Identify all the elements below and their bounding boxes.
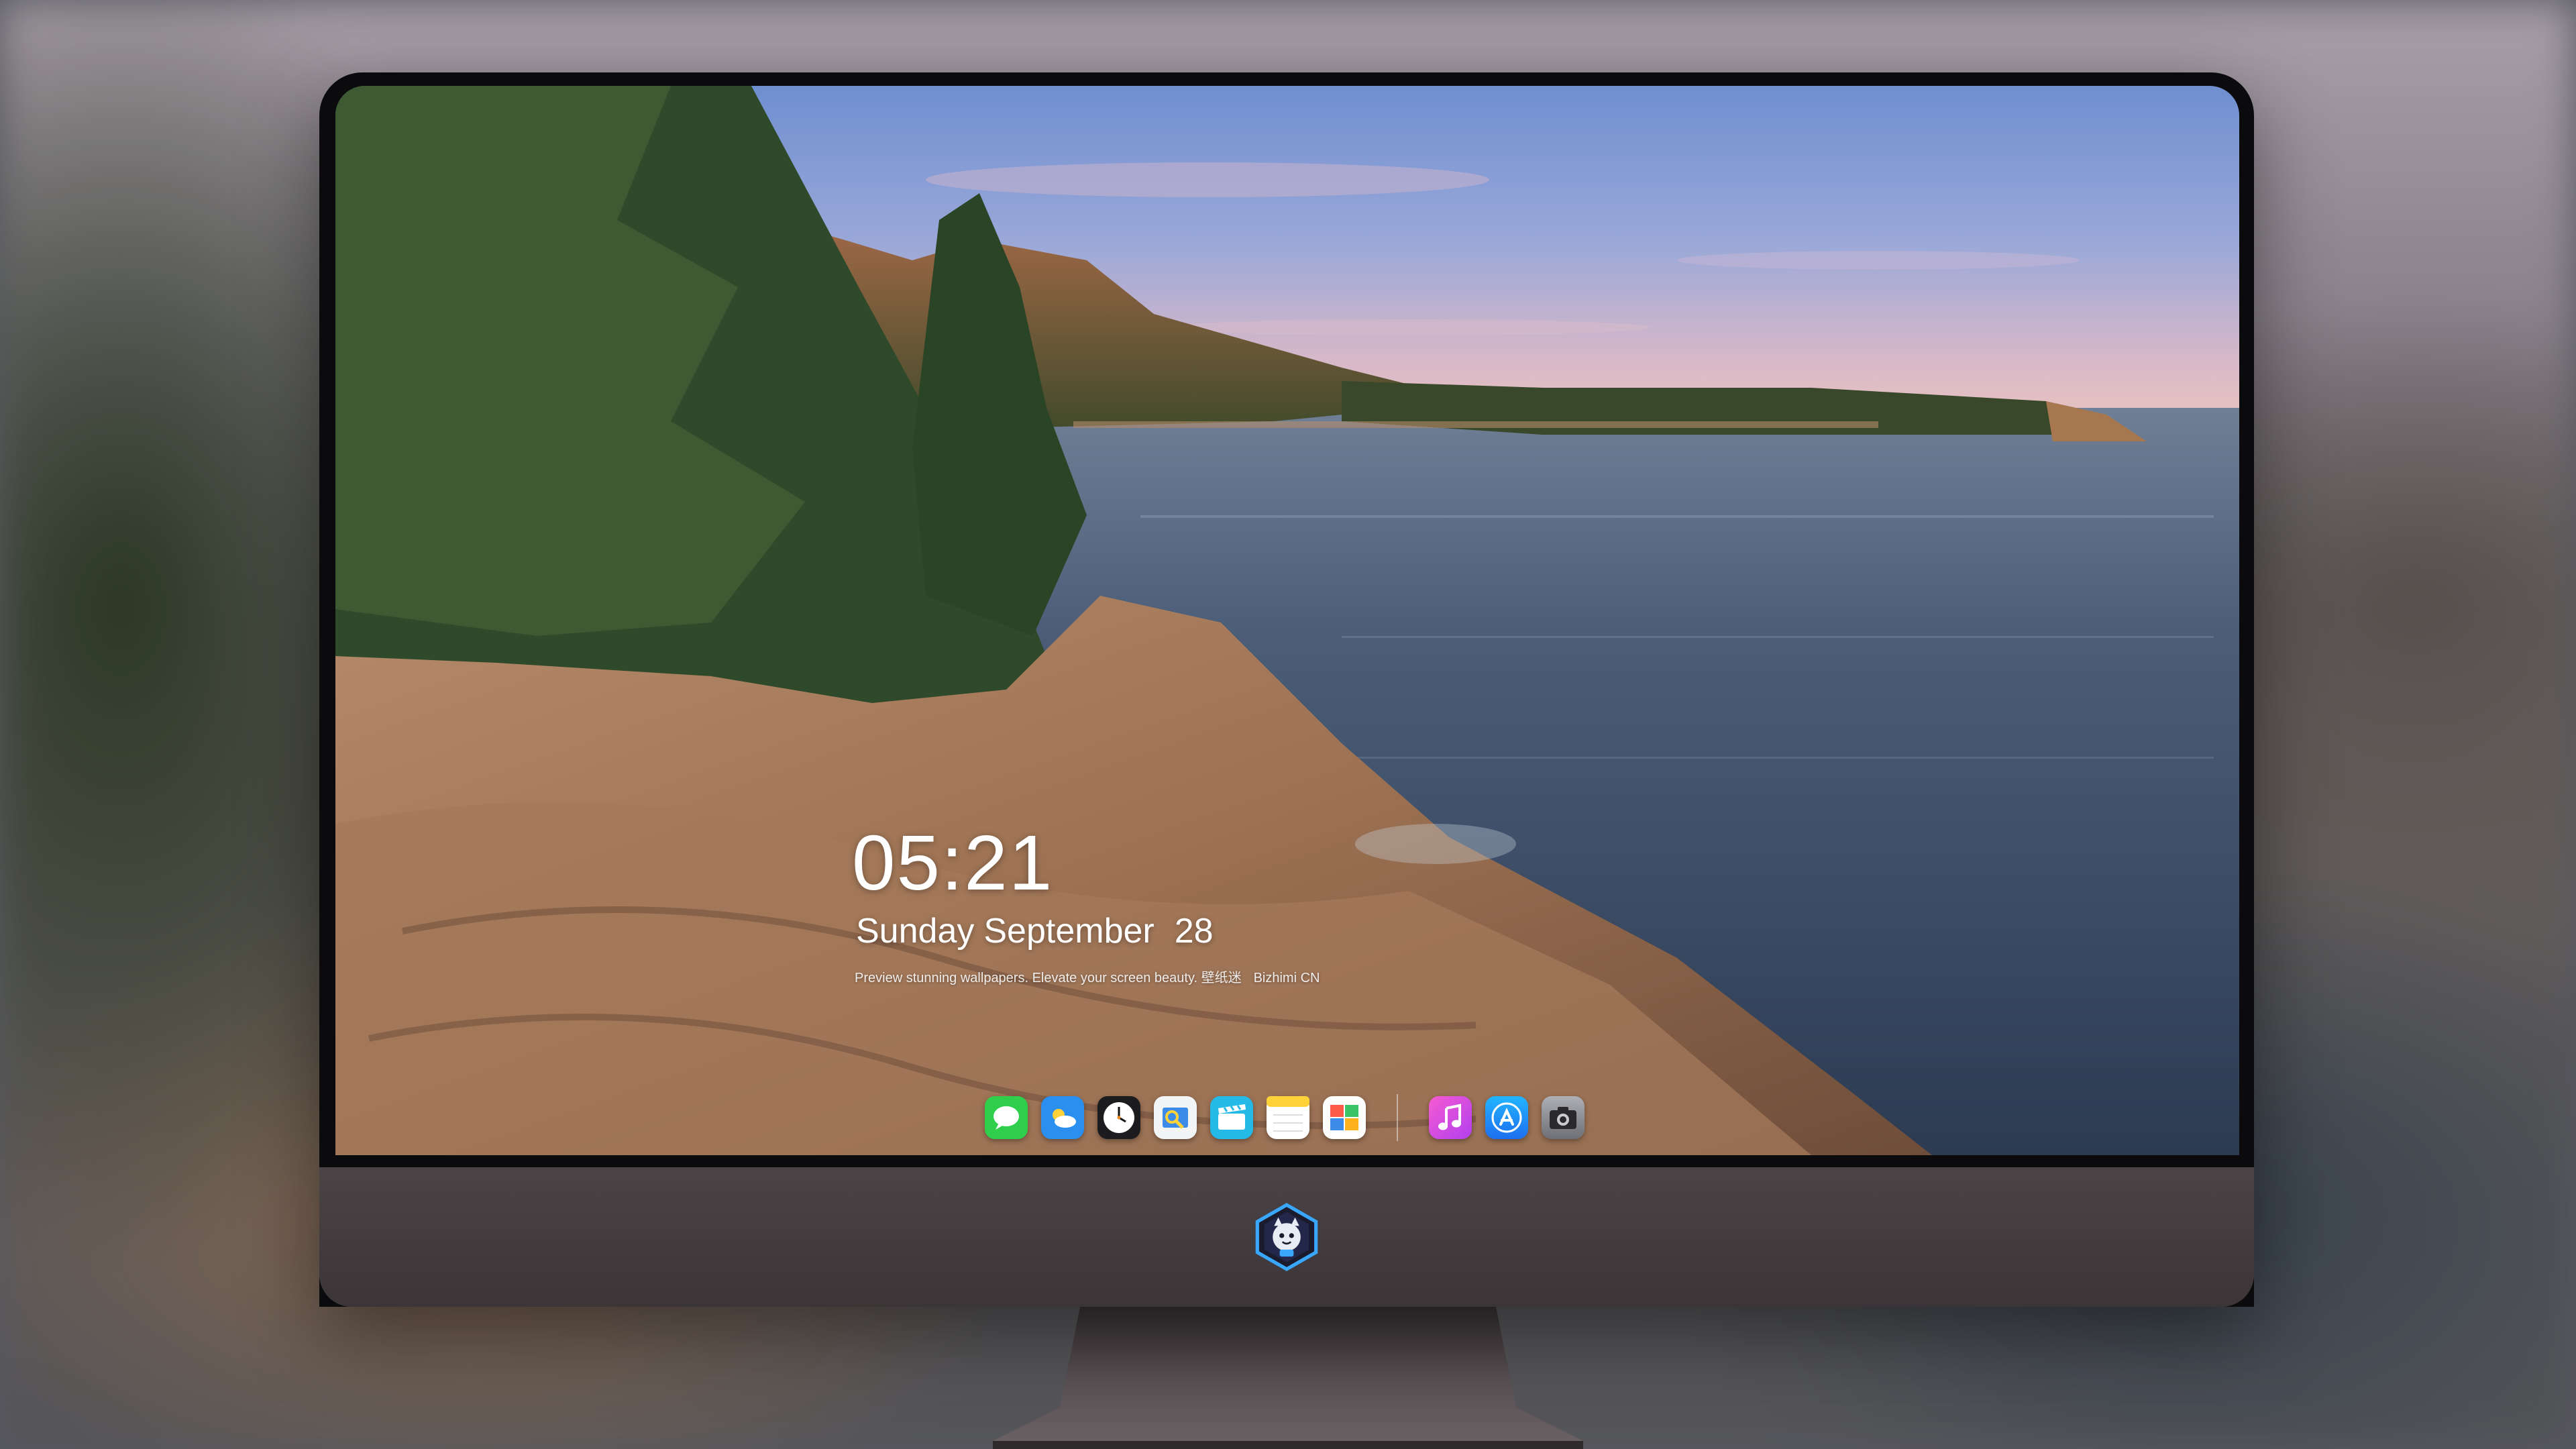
dock-separator [1397,1094,1398,1141]
wallpaper [335,86,2239,1155]
dock [985,1085,1585,1150]
weekday-label: Sunday [856,912,975,951]
music-icon[interactable] [1429,1096,1472,1139]
screen: 05:21 Sunday September 28 Preview stunning… [335,86,2239,1155]
clips-icon[interactable] [1210,1096,1253,1139]
wallpaper-caption: Preview stunning wallpapers. Elevate you… [855,969,1320,987]
camera-icon[interactable] [1542,1096,1585,1139]
month-label: September [983,912,1155,951]
weather-icon[interactable] [1041,1096,1084,1139]
messages-icon[interactable] [985,1096,1028,1139]
lock-screen-time: 05:21 [852,819,1054,906]
monitor-stand [993,1307,1583,1449]
app-store-icon[interactable] [1485,1096,1528,1139]
caption-text: Preview stunning wallpapers. Elevate you… [855,971,1242,985]
notes-icon[interactable] [1267,1096,1309,1139]
mascot-logo-icon [1255,1203,1318,1271]
day-label: 28 [1174,912,1214,951]
caption-credit: Bizhimi CN [1253,971,1320,985]
calendar-icon[interactable] [1323,1096,1366,1139]
clock-icon[interactable] [1097,1096,1140,1139]
lock-screen-date: Sunday September 28 [856,910,1214,953]
preview-icon[interactable] [1154,1096,1197,1139]
